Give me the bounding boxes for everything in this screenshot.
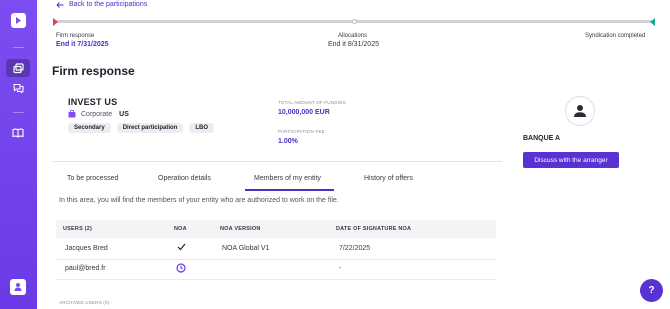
book-icon	[12, 128, 24, 138]
sidebar-item-messages[interactable]	[6, 79, 30, 97]
building-icon	[68, 110, 76, 118]
company-name: INVEST US	[68, 97, 118, 107]
tag-chip: Secondary	[68, 123, 111, 133]
sidebar	[0, 0, 37, 309]
company-type: Corporate	[81, 110, 113, 118]
app-logo[interactable]	[11, 13, 26, 28]
funding-label: TOTAL AMOUNT OF FUNDING	[278, 100, 347, 105]
archived-users-label[interactable]: ARCHIVED USERS (0)	[59, 300, 109, 305]
funding-value: 10,000,000 EUR	[278, 109, 330, 116]
discuss-with-arranger-button[interactable]: Discuss with the arranger	[523, 152, 619, 168]
tab-operation-details[interactable]: Operation details	[158, 175, 211, 182]
row-divider	[56, 259, 496, 260]
fee-value: 1.00%	[278, 138, 298, 145]
user-icon	[14, 283, 22, 291]
company-type-row: Corporate US	[68, 110, 129, 118]
column-header-noa: NOA	[174, 226, 187, 232]
member-user: paul@bred.fr	[65, 265, 106, 272]
active-tab-indicator	[245, 189, 334, 191]
step-label-syndication: Syndication completed	[585, 33, 646, 39]
page-title: Firm response	[52, 64, 135, 78]
tag-chip: LBO	[189, 123, 215, 133]
members-table-header	[56, 220, 496, 238]
help-button[interactable]: ?	[640, 279, 663, 302]
arrow-left-icon	[56, 1, 64, 8]
back-link-label: Back to the participations	[69, 1, 148, 8]
progress-mid-marker	[352, 19, 357, 24]
fee-label: PARTICIPATION FEE	[278, 129, 325, 134]
deal-tags: Secondary Direct participation LBO	[68, 123, 215, 133]
clock-icon	[176, 263, 186, 273]
profile-button[interactable]	[10, 279, 26, 295]
tag-chip: Direct participation	[116, 123, 184, 133]
tab-members-of-my-entity[interactable]: Members of my entity	[254, 175, 321, 182]
row-divider	[56, 279, 496, 280]
column-header-noa-version: NOA VERSION	[220, 226, 261, 232]
chat-icon	[12, 83, 24, 93]
progress-end-marker	[650, 18, 655, 26]
person-icon	[574, 105, 586, 117]
step-label-allocations: Allocations	[338, 33, 368, 39]
sidebar-divider	[13, 47, 24, 48]
member-user: Jacques Bred	[65, 245, 108, 252]
stack-icon	[12, 62, 24, 73]
column-header-users: USERS (2)	[63, 226, 92, 232]
step-date-allocations: End it 8/31/2025	[328, 41, 379, 48]
members-info-text: In this area, you will find the members …	[59, 197, 339, 204]
tab-to-be-processed[interactable]: To be processed	[67, 175, 118, 182]
step-label-firm-response: Firm response	[56, 33, 95, 39]
member-noa-version: NOA Global V1	[222, 245, 270, 252]
company-country: US	[119, 110, 129, 118]
member-signature-date: 7/22/2025	[339, 245, 371, 252]
step-date-firm-response: End it 7/31/2025	[56, 41, 109, 48]
member-signature-date: -	[339, 265, 342, 272]
sidebar-divider	[13, 112, 24, 113]
tab-history-of-offers[interactable]: History of offers	[364, 175, 413, 182]
sidebar-item-documentation[interactable]	[6, 124, 30, 142]
arranger-avatar	[565, 96, 595, 126]
arranger-bank-name: BANQUE A	[523, 135, 561, 142]
sidebar-item-participations[interactable]	[6, 59, 30, 77]
progress-start-marker	[53, 18, 58, 26]
check-icon	[177, 243, 186, 251]
back-link[interactable]: Back to the participations	[56, 1, 147, 8]
section-divider	[52, 161, 502, 162]
column-header-signature-date: DATE OF SIGNATURE NOA	[336, 226, 412, 232]
